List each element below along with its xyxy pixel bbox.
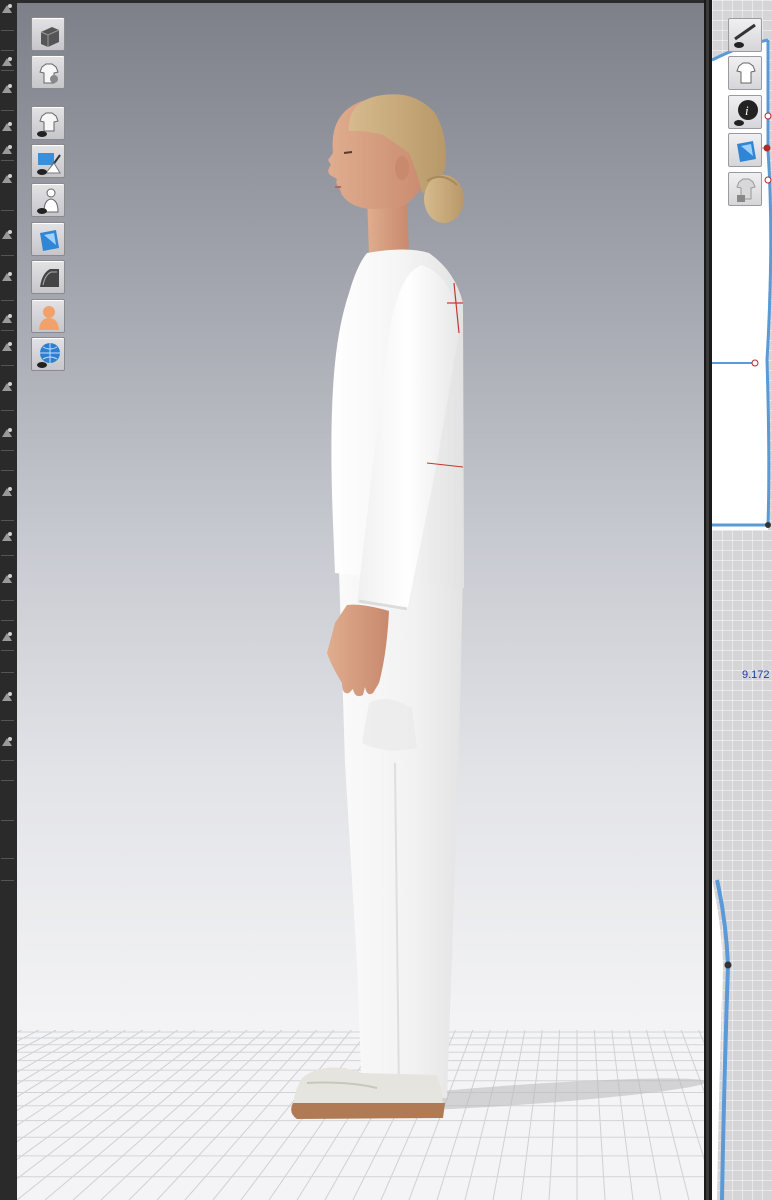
cylinder-icon[interactable]: [0, 530, 14, 544]
toolbar-separator: [1, 620, 14, 621]
arrow-icon[interactable]: [0, 270, 14, 284]
toolbar-separator: [1, 160, 14, 161]
fold-icon[interactable]: [0, 312, 14, 326]
circle-icon[interactable]: [0, 340, 14, 354]
simulation-cube-icon[interactable]: [31, 17, 65, 51]
render-globe-icon[interactable]: [31, 337, 65, 371]
toolbar-separator: [1, 30, 14, 31]
surface-icon[interactable]: [31, 260, 65, 294]
show-avatar-icon[interactable]: [31, 183, 65, 217]
rectangle-icon[interactable]: [0, 485, 14, 499]
info-icon[interactable]: i: [728, 95, 762, 129]
toolbar-separator: [1, 672, 14, 673]
circle-icon[interactable]: [0, 380, 14, 394]
toolbar-separator: [1, 650, 14, 651]
pen-icon[interactable]: [0, 82, 14, 96]
locked-garment-icon[interactable]: [728, 172, 762, 206]
pin-icon[interactable]: [0, 143, 14, 157]
move-icon[interactable]: [0, 55, 14, 69]
square-icon[interactable]: [0, 630, 14, 644]
toolbar-separator: [1, 70, 14, 71]
toolbar-separator: [1, 780, 14, 781]
toolbar-separator: [1, 300, 14, 301]
toolbar-separator: [1, 210, 14, 211]
left-toolbar: [0, 0, 17, 1200]
toolbar-separator: [1, 110, 14, 111]
pattern-texture-icon[interactable]: [728, 133, 762, 167]
toolbar-separator: [1, 470, 14, 471]
show-garment-icon[interactable]: [31, 106, 65, 140]
toolbar-separator: [1, 555, 14, 556]
toolbar-separator: [1, 520, 14, 521]
window-divider[interactable]: [704, 0, 712, 1200]
measurement-label: 9.172: [742, 669, 770, 681]
eraser-icon[interactable]: [0, 228, 14, 242]
brush-icon[interactable]: [0, 120, 14, 134]
toolbar-separator: [1, 858, 14, 859]
cylinder-icon[interactable]: [0, 572, 14, 586]
garment-settings-icon[interactable]: [31, 55, 65, 89]
toolbar-separator: [1, 720, 14, 721]
square-icon[interactable]: [0, 690, 14, 704]
svg-text:i: i: [745, 103, 749, 118]
brush-icon[interactable]: [0, 172, 14, 186]
toolbar-separator: [1, 760, 14, 761]
texture-icon[interactable]: [31, 222, 65, 256]
arrow-left-icon[interactable]: [0, 735, 14, 749]
avatar-edit-icon[interactable]: [0, 2, 14, 16]
toolbar-separator: [1, 600, 14, 601]
toolbar-separator: [1, 820, 14, 821]
toolbar-separator: [1, 50, 14, 51]
avatar-model[interactable]: [17, 3, 704, 1200]
toolbar-separator: [1, 330, 14, 331]
2d-pattern-window[interactable]: i 9.172: [712, 0, 772, 1200]
layer-icon[interactable]: [0, 426, 14, 440]
toolbar-separator: [1, 255, 14, 256]
toolbar-separator: [1, 880, 14, 881]
pattern-garment-icon[interactable]: [728, 56, 762, 90]
toolbar-separator: [1, 365, 14, 366]
toolbar-separator: [1, 450, 14, 451]
avatar-skin-icon[interactable]: [31, 299, 65, 333]
show-pins-icon[interactable]: [31, 144, 65, 178]
show-pattern-icon[interactable]: [728, 18, 762, 52]
toolbar-separator: [1, 410, 14, 411]
3d-viewport[interactable]: [17, 3, 704, 1200]
